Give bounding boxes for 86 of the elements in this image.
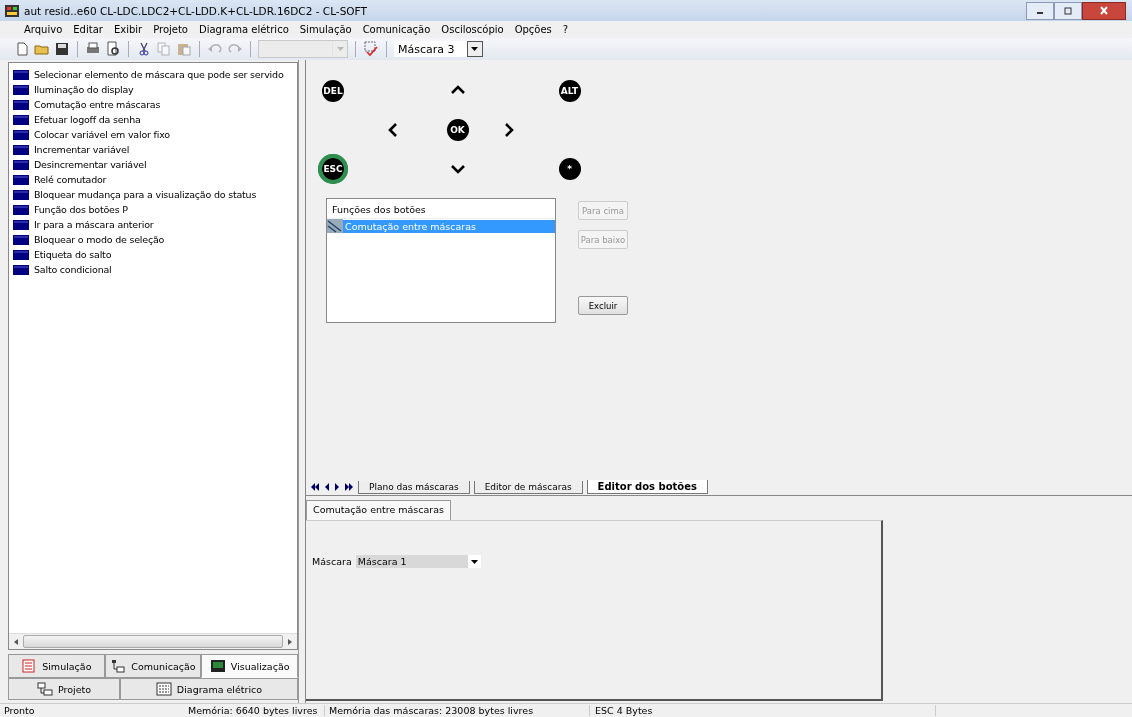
- first-sheet-icon[interactable]: [310, 483, 320, 491]
- sheet-tab[interactable]: Editor de máscaras: [473, 480, 583, 494]
- keypad-key[interactable]: DEL: [322, 80, 344, 102]
- list-item[interactable]: Salto condicional: [34, 264, 112, 275]
- element-icon: [13, 84, 29, 95]
- panel-button[interactable]: Projeto: [8, 678, 120, 700]
- horizontal-scrollbar[interactable]: [9, 633, 297, 649]
- scissors-icon[interactable]: [136, 41, 152, 57]
- keypad-key[interactable]: *: [558, 158, 581, 180]
- menu-item[interactable]: Editar: [73, 24, 103, 35]
- status-text: ESC 4 Bytes: [590, 705, 936, 716]
- menu-item[interactable]: Comunicação: [362, 24, 431, 35]
- properties-tab[interactable]: Comutação entre máscaras: [306, 500, 452, 520]
- element-icon: [13, 159, 29, 170]
- panel-tab[interactable]: Simulação: [8, 654, 105, 678]
- window-title: aut resid..e60 CL-LDC.LDC2+CL-LDD.K+CL-LDR.16DC2 - CL-SOFT: [24, 4, 367, 17]
- action-button[interactable]: Excluir: [578, 296, 628, 315]
- panel-button[interactable]: Diagrama elétrico: [120, 678, 298, 700]
- column-header: Funções dos botões: [327, 199, 555, 219]
- scroll-right-icon[interactable]: [286, 637, 294, 646]
- menu-item[interactable]: Exibir: [113, 24, 143, 35]
- menu-item[interactable]: Projeto: [153, 24, 188, 35]
- list-item[interactable]: Ir para a máscara anterior: [34, 219, 154, 230]
- panel-tab[interactable]: Comunicação: [104, 654, 202, 678]
- document-icon: [21, 659, 38, 673]
- close-icon: [1099, 6, 1109, 15]
- element-icon: [13, 189, 29, 200]
- list-item[interactable]: Função dos botões P: [34, 204, 128, 215]
- element-icon: [13, 144, 29, 155]
- field-label: Máscara: [312, 556, 352, 567]
- new-file-icon[interactable]: [14, 41, 30, 57]
- function-icon: [327, 219, 343, 233]
- list-item[interactable]: Desincrementar variável: [34, 159, 147, 170]
- element-icon: [13, 219, 29, 230]
- menu-item[interactable]: Opções: [514, 24, 552, 35]
- list-item[interactable]: Comutação entre máscaras: [34, 99, 161, 110]
- element-icon: [13, 114, 29, 125]
- element-icon: [13, 174, 29, 185]
- scroll-left-icon[interactable]: [12, 637, 20, 646]
- list-item[interactable]: Efetuar logoff da senha: [34, 114, 141, 125]
- minimize-button[interactable]: [1026, 1, 1054, 20]
- element-icon: [13, 234, 29, 245]
- previous-sheet-icon[interactable]: [324, 483, 330, 491]
- diagram-icon: [155, 682, 172, 696]
- panel-tab[interactable]: Visualização: [201, 654, 298, 678]
- element-icon: [13, 69, 29, 80]
- list-item[interactable]: Colocar variável em valor fixo: [34, 129, 170, 140]
- next-sheet-icon[interactable]: [334, 483, 340, 491]
- maximize-icon: [1063, 6, 1073, 15]
- last-sheet-icon[interactable]: [344, 483, 354, 491]
- sheet-tab[interactable]: Editor dos botões: [586, 480, 708, 494]
- keypad-key[interactable]: ALT: [558, 80, 581, 102]
- caret-icon: [470, 559, 478, 564]
- list-item[interactable]: Selecionar elemento de máscara que pode ser servido: [34, 69, 284, 80]
- print-preview-icon[interactable]: [105, 41, 121, 57]
- list-item[interactable]: Etiqueta do salto: [34, 249, 112, 260]
- app-icon: [5, 4, 19, 17]
- close-button[interactable]: [1082, 1, 1126, 20]
- element-icon: [13, 249, 29, 260]
- caret-icon: [336, 47, 344, 51]
- list-item[interactable]: Iluminação do display: [34, 84, 134, 95]
- list-item[interactable]: Bloquear o modo de seleção: [34, 234, 165, 245]
- status-text: Pronto: [3, 705, 36, 716]
- mask-dropdown[interactable]: Máscara 3: [394, 41, 483, 57]
- sheet-tab[interactable]: Plano das máscaras: [358, 480, 470, 494]
- status-text: Memória: 6640 bytes livres: [184, 705, 325, 716]
- menu-item[interactable]: Arquivo: [24, 24, 63, 35]
- checklist-icon[interactable]: [363, 41, 379, 57]
- list-item[interactable]: Relé comutador: [34, 174, 107, 185]
- element-icon: [13, 264, 29, 275]
- menu-item[interactable]: Osciloscópio: [441, 24, 504, 35]
- element-icon: [13, 99, 29, 110]
- element-icon: [13, 204, 29, 215]
- menu-item[interactable]: Simulação: [299, 24, 352, 35]
- menu-item[interactable]: Diagrama elétrico: [199, 24, 289, 35]
- monitor-icon: [209, 659, 226, 673]
- status-text: Memória das máscaras: 23008 bytes livres: [325, 705, 590, 716]
- save-icon[interactable]: [54, 41, 70, 57]
- tree-icon: [36, 682, 53, 696]
- element-icon: [13, 129, 29, 140]
- keypad-key[interactable]: OK: [446, 119, 469, 141]
- list-item[interactable]: Bloquear mudança para a visualização do status: [34, 189, 257, 200]
- connection-icon: [110, 659, 127, 673]
- list-item[interactable]: Incrementar variável: [34, 144, 130, 155]
- menu-item[interactable]: ?: [562, 24, 569, 35]
- caret-icon: [471, 47, 478, 51]
